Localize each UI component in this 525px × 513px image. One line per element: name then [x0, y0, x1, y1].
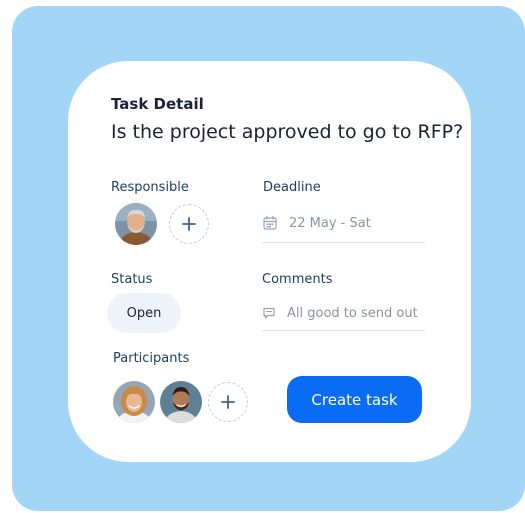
plus-icon: [182, 217, 196, 231]
avatar-man-gray-icon: [115, 203, 157, 245]
comments-label: Comments: [262, 272, 333, 287]
deadline-value: 22 May - Sat: [289, 215, 371, 231]
avatar-woman-icon: [113, 381, 155, 423]
comment-icon: [263, 307, 275, 319]
add-responsible-button[interactable]: [169, 204, 209, 244]
calendar-icon: [263, 215, 277, 230]
deadline-label: Deadline: [263, 180, 321, 195]
deadline-field[interactable]: 22 May - Sat: [262, 210, 427, 236]
responsible-avatar[interactable]: [115, 203, 157, 245]
card-label: Task Detail: [111, 95, 204, 113]
comments-underline: [262, 330, 425, 331]
task-detail-card: Task Detail Is the project approved to g…: [68, 61, 471, 462]
create-task-button[interactable]: Create task: [287, 376, 422, 423]
add-participant-button[interactable]: [208, 382, 248, 422]
task-title: Is the project approved to go to RFP?: [111, 121, 464, 143]
comments-field[interactable]: All good to send out: [262, 300, 427, 326]
participant-avatar-1[interactable]: [113, 381, 155, 423]
status-label: Status: [111, 272, 153, 287]
participant-avatar-2[interactable]: [160, 381, 202, 423]
deadline-underline: [262, 242, 425, 243]
avatar-man-dark-icon: [160, 381, 202, 423]
responsible-label: Responsible: [111, 180, 189, 195]
status-badge[interactable]: Open: [107, 293, 181, 333]
comments-value: All good to send out: [287, 305, 418, 321]
status-value: Open: [126, 305, 162, 321]
plus-icon: [221, 395, 235, 409]
participants-label: Participants: [113, 351, 190, 366]
